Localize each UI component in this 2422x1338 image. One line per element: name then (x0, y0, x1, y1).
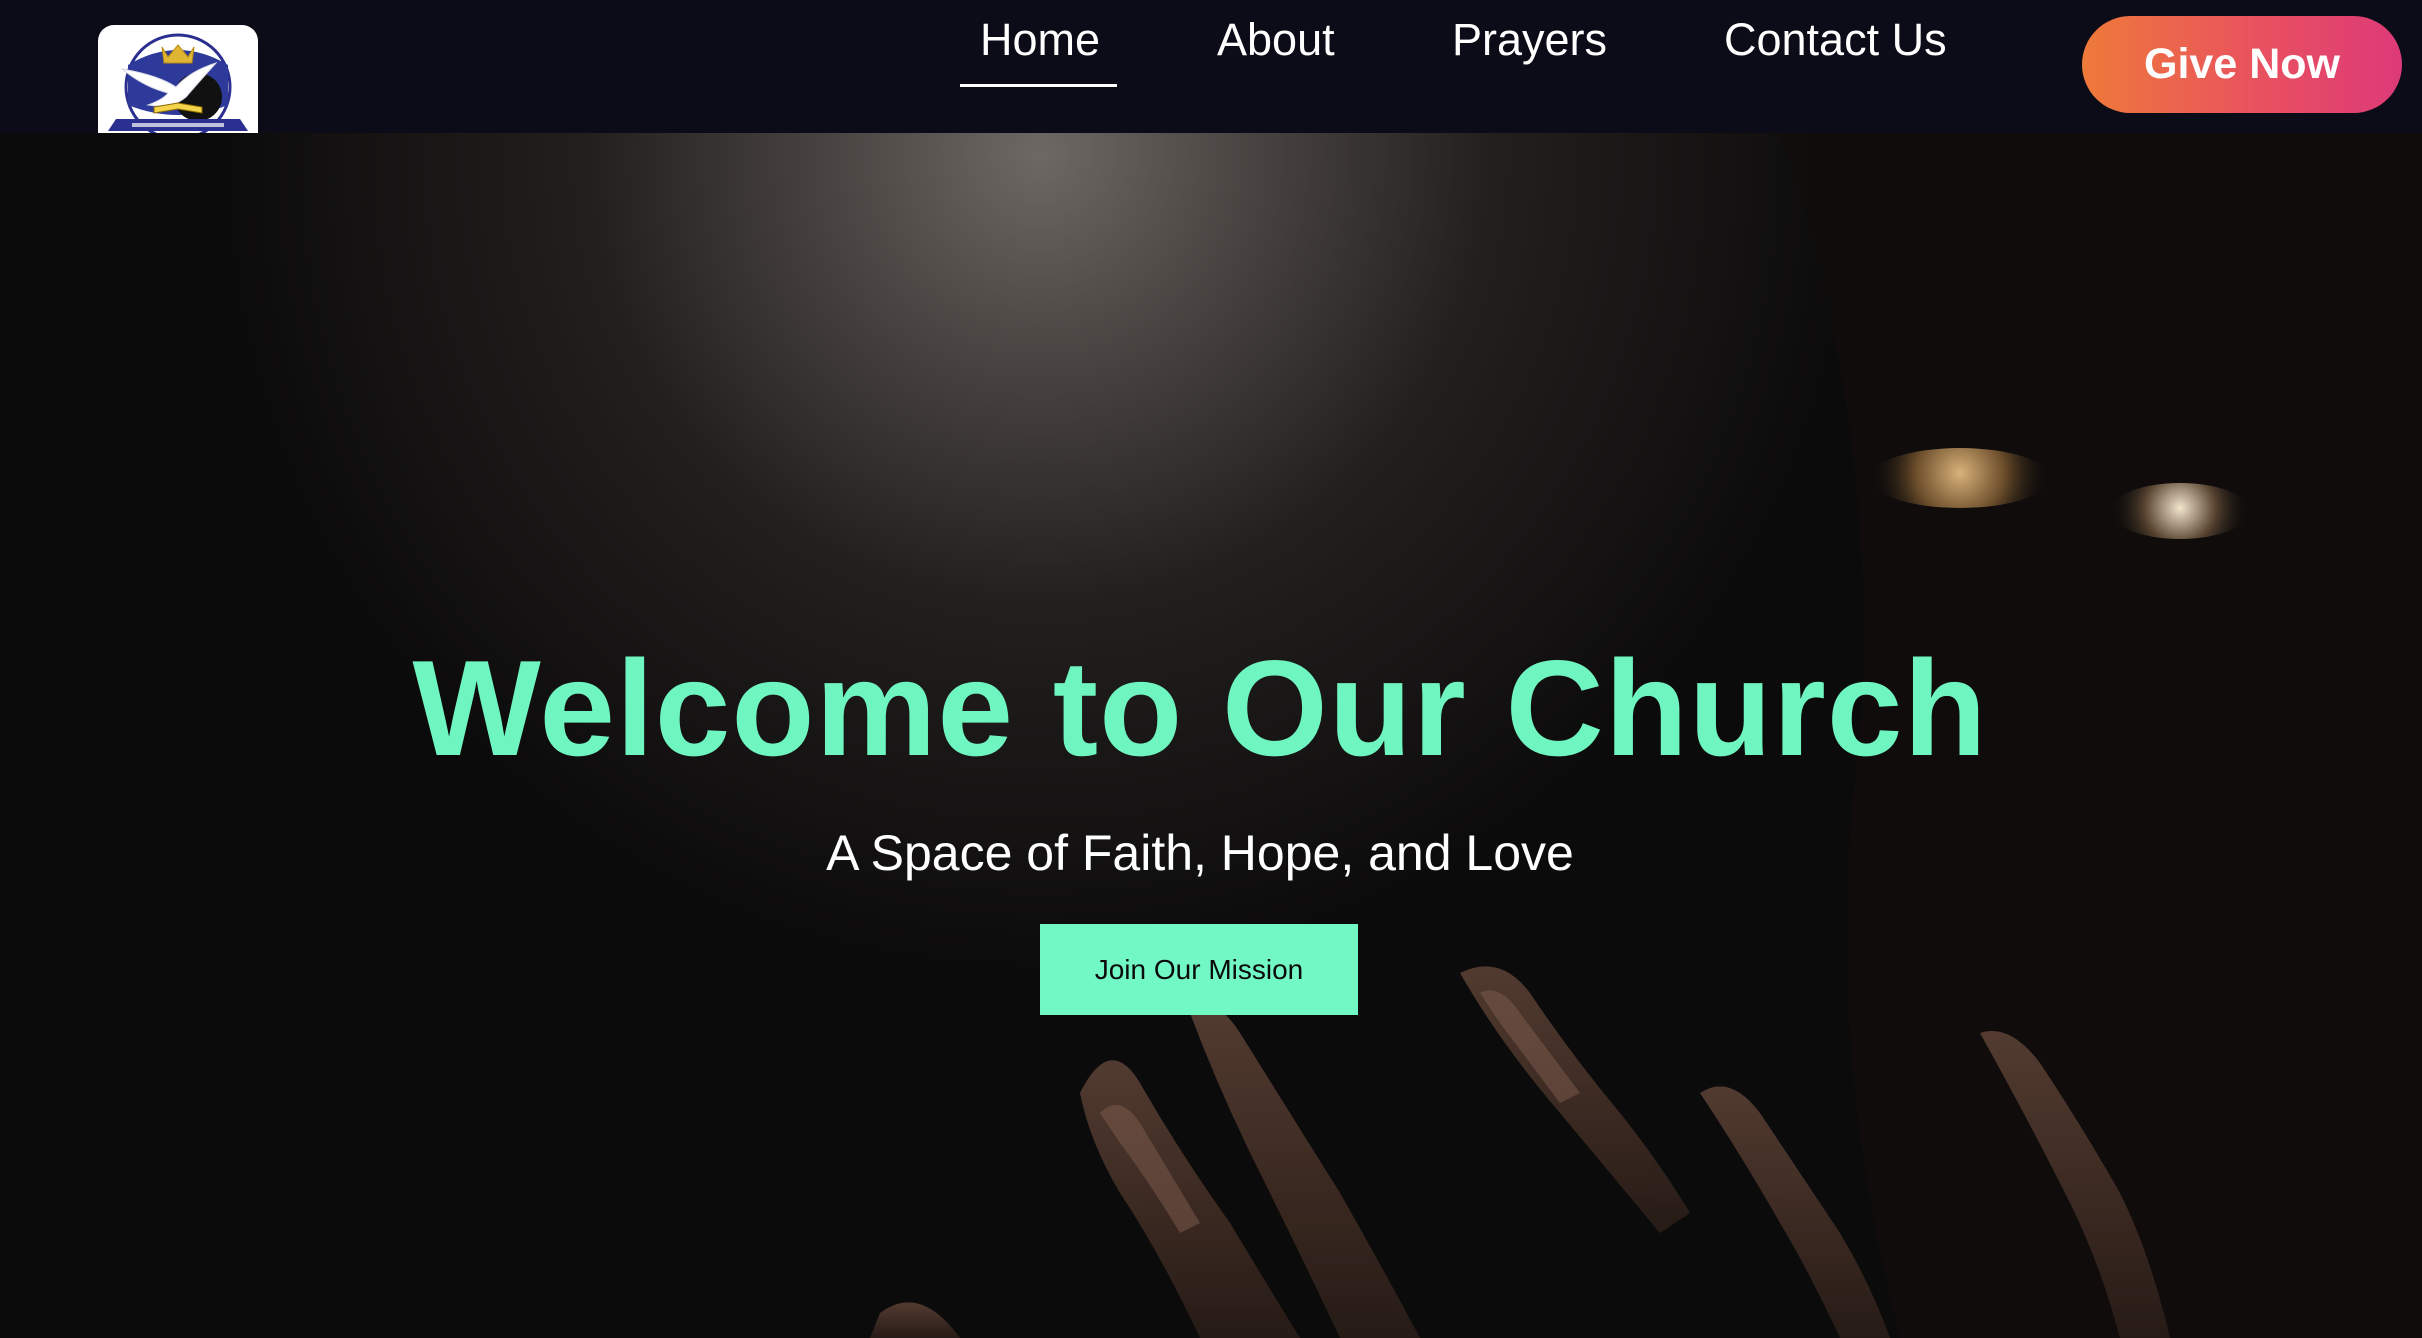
nav-about[interactable]: About (1217, 14, 1335, 66)
nav-contact-us[interactable]: Contact Us (1724, 14, 1947, 66)
hero-section: Welcome to Our Church A Space of Faith, … (0, 133, 2422, 1338)
hero-title: Welcome to Our Church (412, 632, 1988, 784)
nav-active-indicator (960, 84, 1117, 87)
main-nav: Home About Prayers Contact Us (0, 0, 2422, 133)
join-our-mission-button[interactable]: Join Our Mission (1040, 924, 1358, 1015)
give-now-button[interactable]: Give Now (2082, 16, 2402, 113)
hero-subtitle: A Space of Faith, Hope, and Love (826, 825, 1574, 881)
nav-home[interactable]: Home (980, 14, 1100, 66)
nav-prayers[interactable]: Prayers (1452, 14, 1607, 66)
site-header: Home About Prayers Contact Us Give Now (0, 0, 2422, 133)
